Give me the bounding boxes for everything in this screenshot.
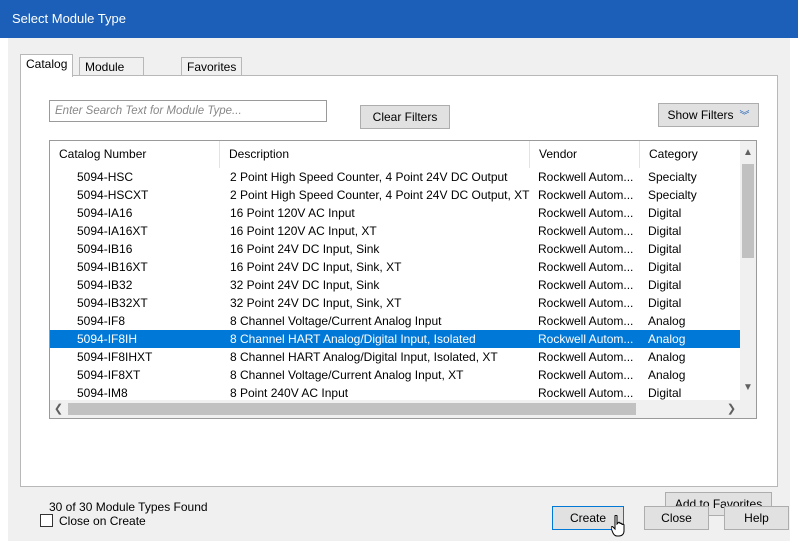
- cell-vendor: Rockwell Autom...: [538, 332, 634, 346]
- cell-catalog-number: 5094-IB16XT: [77, 260, 148, 274]
- list-header: Catalog Number Description Vendor Catego…: [50, 141, 740, 168]
- table-row[interactable]: 5094-IB32XT 32 Point 24V DC Input, Sink, …: [50, 294, 740, 312]
- cell-description: 32 Point 24V DC Input, Sink: [230, 278, 380, 292]
- cell-description: 16 Point 24V DC Input, Sink, XT: [230, 260, 402, 274]
- close-button[interactable]: Close: [644, 506, 709, 530]
- table-row[interactable]: 5094-IA16XT 16 Point 120V AC Input, XT Roc…: [50, 222, 740, 240]
- cell-vendor: Rockwell Autom...: [538, 350, 634, 364]
- tab-favorites[interactable]: Favorites: [181, 57, 243, 75]
- show-filters-button[interactable]: Show Filters ︾: [658, 103, 759, 127]
- scroll-left-icon[interactable]: ❮: [50, 400, 67, 418]
- table-row[interactable]: 5094-IF8IH 8 Channel HART Analog/Digital …: [50, 330, 740, 348]
- cell-catalog-number: 5094-IA16: [77, 206, 133, 220]
- table-row[interactable]: 5094-IA16 16 Point 120V AC Input Rockwell …: [50, 204, 740, 222]
- cell-catalog-number: 5094-IF8: [77, 314, 126, 328]
- cell-catalog-number: 5094-IB16: [77, 242, 133, 256]
- cell-vendor: Rockwell Autom...: [538, 368, 634, 382]
- window-title: Select Module Type: [12, 11, 126, 26]
- cell-description: 8 Channel Voltage/Current Analog Input, …: [230, 368, 464, 382]
- cell-category: Digital: [648, 206, 682, 220]
- cell-category: Digital: [648, 296, 682, 310]
- cell-catalog-number: 5094-IB32: [77, 278, 133, 292]
- cell-category: Specialty: [648, 188, 697, 202]
- cell-category: Digital: [648, 260, 682, 274]
- cell-vendor: Rockwell Autom...: [538, 242, 634, 256]
- table-row[interactable]: 5094-IB16 16 Point 24V DC Input, Sink Rock…: [50, 240, 740, 258]
- column-header-category[interactable]: Category: [640, 141, 740, 168]
- column-header-vendor[interactable]: Vendor: [530, 141, 640, 168]
- close-on-create-label: Close on Create: [59, 514, 146, 528]
- cell-catalog-number: 5094-IF8IHXT: [77, 350, 153, 364]
- cell-description: 8 Channel HART Analog/Digital Input, Iso…: [230, 350, 498, 364]
- table-row[interactable]: 5094-IB16XT 16 Point 24V DC Input, Sink, …: [50, 258, 740, 276]
- cell-vendor: Rockwell Autom...: [538, 188, 634, 202]
- cell-category: Analog: [648, 332, 686, 346]
- vertical-scroll-thumb[interactable]: [742, 164, 754, 258]
- cell-category: Digital: [648, 278, 682, 292]
- cell-vendor: Rockwell Autom...: [538, 206, 634, 220]
- cell-catalog-number: 5094-IB32XT: [77, 296, 148, 310]
- scroll-up-icon[interactable]: ▲: [740, 145, 756, 161]
- table-row[interactable]: 5094-IB32 32 Point 24V DC Input, Sink Rock…: [50, 276, 740, 294]
- cell-catalog-number: 5094-HSC: [77, 170, 134, 184]
- table-row[interactable]: 5094-IF8IHXT 8 Channel HART Analog/Digita…: [50, 348, 740, 366]
- cell-vendor: Rockwell Autom...: [538, 224, 634, 238]
- search-input[interactable]: [49, 100, 327, 122]
- tab-catalog[interactable]: Catalog: [20, 54, 74, 77]
- help-button[interactable]: Help: [724, 506, 789, 530]
- vertical-scrollbar[interactable]: ▲ ▼: [740, 141, 756, 400]
- table-row[interactable]: 5094-IF8 8 Channel Voltage/Current Analog…: [50, 312, 740, 330]
- scroll-down-icon[interactable]: ▼: [740, 380, 756, 396]
- cell-category: Analog: [648, 314, 686, 328]
- cell-category: Specialty: [648, 170, 697, 184]
- cell-catalog-number: 5094-IF8IH: [77, 332, 138, 346]
- clear-filters-button[interactable]: Clear Filters: [360, 105, 450, 129]
- results-count: 30 of 30 Module Types Found: [49, 500, 208, 514]
- cell-vendor: Rockwell Autom...: [538, 314, 634, 328]
- cell-catalog-number: 5094-HSCXT: [77, 188, 149, 202]
- list-rows: 5094-HSC 2 Point High Speed Counter, 4 Po…: [50, 168, 740, 402]
- hand-cursor-icon: [611, 515, 625, 537]
- cell-catalog-number: 5094-IF8XT: [77, 368, 141, 382]
- scrollbar-corner: [740, 400, 756, 418]
- double-chevron-down-icon: ︾: [739, 111, 750, 122]
- cell-category: Analog: [648, 368, 686, 382]
- catalog-panel: Clear Filters Show Filters ︾ Catalog Numb…: [20, 75, 778, 516]
- horizontal-scroll-thumb[interactable]: [68, 403, 636, 415]
- title-bar: Select Module Type: [0, 0, 798, 38]
- cell-description: 8 Channel HART Analog/Digital Input, Iso…: [230, 332, 476, 346]
- cell-vendor: Rockwell Autom...: [538, 278, 634, 292]
- cell-description: 8 Channel Voltage/Current Analog Input: [230, 314, 442, 328]
- cell-catalog-number: 5094-IA16XT: [77, 224, 148, 238]
- cell-description: 32 Point 24V DC Input, Sink, XT: [230, 296, 402, 310]
- cell-description: 2 Point High Speed Counter, 4 Point 24V …: [230, 170, 508, 184]
- column-header-description[interactable]: Description: [220, 141, 530, 168]
- scroll-right-icon[interactable]: ❯: [723, 400, 740, 418]
- cell-category: Analog: [648, 350, 686, 364]
- horizontal-scrollbar[interactable]: ❮ ❯: [50, 400, 740, 418]
- cell-description: 16 Point 120V AC Input: [230, 206, 355, 220]
- cell-description: 16 Point 24V DC Input, Sink: [230, 242, 380, 256]
- column-header-catalog-number[interactable]: Catalog Number: [50, 141, 220, 168]
- table-row[interactable]: 5094-HSC 2 Point High Speed Counter, 4 Po…: [50, 168, 740, 186]
- tab-module-discovery[interactable]: Module Discovery: [79, 57, 144, 92]
- close-on-create-checkbox[interactable]: [40, 514, 53, 527]
- show-filters-label: Show Filters: [667, 108, 734, 122]
- cell-description: 2 Point High Speed Counter, 4 Point 24V …: [230, 188, 530, 202]
- cell-vendor: Rockwell Autom...: [538, 260, 634, 274]
- module-list[interactable]: Catalog Number Description Vendor Catego…: [49, 140, 757, 419]
- table-row[interactable]: 5094-IF8XT 8 Channel Voltage/Current Anal…: [50, 366, 740, 384]
- table-row[interactable]: 5094-HSCXT 2 Point High Speed Counter, 4 …: [50, 186, 740, 204]
- cell-vendor: Rockwell Autom...: [538, 296, 634, 310]
- cell-category: Digital: [648, 224, 682, 238]
- cell-description: 16 Point 120V AC Input, XT: [230, 224, 377, 238]
- dialog-body: Catalog Module Discovery Favorites Clear…: [8, 38, 790, 541]
- cell-vendor: Rockwell Autom...: [538, 170, 634, 184]
- cell-category: Digital: [648, 242, 682, 256]
